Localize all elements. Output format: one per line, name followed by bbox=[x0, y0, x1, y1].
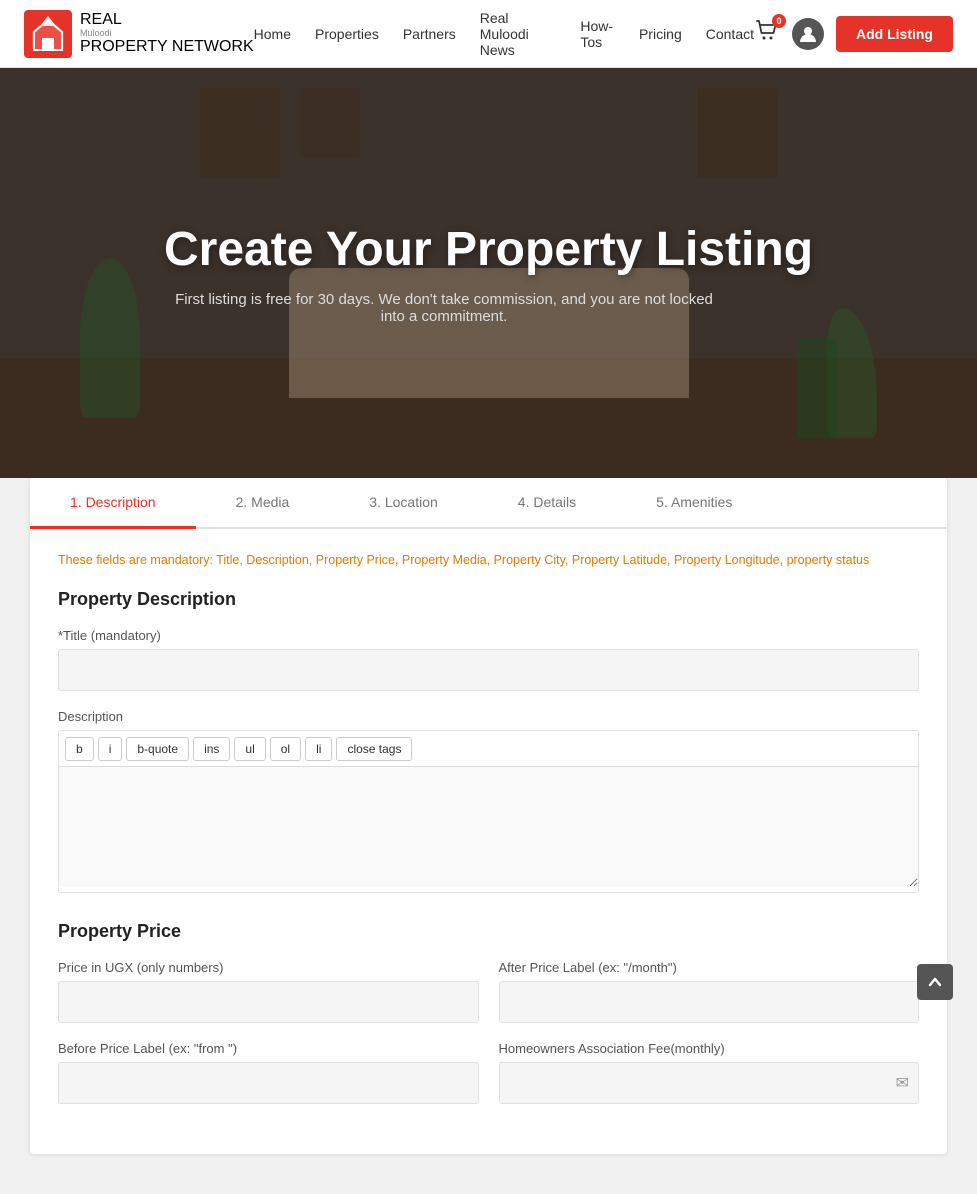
logo-text: REAL Muloodi PROPERTY NETWORK bbox=[80, 11, 254, 56]
cart-badge: 0 bbox=[772, 14, 786, 28]
price-row-1: Price in UGX (only numbers) After Price … bbox=[58, 960, 919, 1041]
hero-frame-left bbox=[200, 88, 280, 178]
editor-btn-ins[interactable]: ins bbox=[193, 737, 230, 761]
title-label: *Title (mandatory) bbox=[58, 628, 919, 643]
price-ugx-label: Price in UGX (only numbers) bbox=[58, 960, 479, 975]
nav-home[interactable]: Home bbox=[254, 26, 291, 42]
description-field-group: Description b i b-quote ins ul ol li clo… bbox=[58, 709, 919, 893]
form-tabs: 1. Description 2. Media 3. Location 4. D… bbox=[30, 478, 947, 529]
hero-subtitle: First listing is free for 30 days. We do… bbox=[164, 291, 724, 325]
nav-news[interactable]: Real Muloodi News bbox=[480, 10, 557, 58]
nav-howtos[interactable]: How-Tos bbox=[580, 18, 615, 50]
hoa-field: Homeowners Association Fee(monthly) ✉ bbox=[499, 1041, 920, 1104]
form-container: 1. Description 2. Media 3. Location 4. D… bbox=[30, 478, 947, 1154]
hero-cactus bbox=[797, 338, 837, 438]
property-description-title: Property Description bbox=[58, 589, 919, 610]
editor-btn-li[interactable]: li bbox=[305, 737, 332, 761]
title-field-group: *Title (mandatory) bbox=[58, 628, 919, 691]
cart-button[interactable]: 0 bbox=[754, 18, 780, 49]
chevron-up-icon bbox=[927, 974, 943, 990]
hero-section: Create Your Property Listing First listi… bbox=[0, 68, 977, 478]
editor-btn-bquote[interactable]: b-quote bbox=[126, 737, 189, 761]
email-icon: ✉ bbox=[896, 1073, 909, 1093]
property-price-title: Property Price bbox=[58, 921, 919, 942]
logo-real: REAL bbox=[80, 11, 254, 29]
price-ugx-input[interactable] bbox=[58, 981, 479, 1023]
nav-pricing[interactable]: Pricing bbox=[639, 26, 682, 42]
nav-partners[interactable]: Partners bbox=[403, 26, 456, 42]
header: REAL Muloodi PROPERTY NETWORK Home Prope… bbox=[0, 0, 977, 68]
editor-toolbar: b i b-quote ins ul ol li close tags bbox=[59, 731, 918, 767]
logo[interactable]: REAL Muloodi PROPERTY NETWORK bbox=[24, 10, 254, 58]
logo-network: PROPERTY NETWORK bbox=[80, 38, 254, 56]
nav-properties[interactable]: Properties bbox=[315, 26, 379, 42]
before-price-field: Before Price Label (ex: "from ") bbox=[58, 1041, 479, 1104]
editor-btn-ul[interactable]: ul bbox=[234, 737, 265, 761]
user-account-button[interactable] bbox=[792, 18, 824, 50]
hero-frame-mid bbox=[300, 88, 360, 158]
before-price-label: Before Price Label (ex: "from ") bbox=[58, 1041, 479, 1056]
logo-muloodi: Muloodi bbox=[80, 29, 254, 39]
logo-icon bbox=[24, 10, 72, 58]
tab-amenities[interactable]: 5. Amenities bbox=[616, 478, 772, 529]
after-price-label: After Price Label (ex: "/month") bbox=[499, 960, 920, 975]
price-ugx-field: Price in UGX (only numbers) bbox=[58, 960, 479, 1023]
hero-plant-left bbox=[80, 258, 140, 418]
price-row-2: Before Price Label (ex: "from ") Homeown… bbox=[58, 1041, 919, 1122]
editor-btn-ol[interactable]: ol bbox=[270, 737, 301, 761]
hoa-input[interactable] bbox=[499, 1062, 920, 1104]
after-price-field: After Price Label (ex: "/month") bbox=[499, 960, 920, 1023]
add-listing-button[interactable]: Add Listing bbox=[836, 16, 953, 52]
tab-media[interactable]: 2. Media bbox=[196, 478, 330, 529]
user-icon bbox=[799, 25, 817, 43]
description-textarea[interactable] bbox=[59, 767, 918, 887]
before-price-input[interactable] bbox=[58, 1062, 479, 1104]
description-label: Description bbox=[58, 709, 919, 724]
main-content: 1. Description 2. Media 3. Location 4. D… bbox=[0, 478, 977, 1194]
mandatory-note: These fields are mandatory: Title, Descr… bbox=[58, 553, 919, 567]
hoa-input-wrapper: ✉ bbox=[499, 1062, 920, 1104]
scroll-to-top-button[interactable] bbox=[917, 964, 953, 1000]
main-nav: Home Properties Partners Real Muloodi Ne… bbox=[254, 10, 754, 58]
hero-frame-right bbox=[697, 88, 777, 178]
after-price-input[interactable] bbox=[499, 981, 920, 1023]
form-body: These fields are mandatory: Title, Descr… bbox=[30, 529, 947, 1154]
editor-btn-b[interactable]: b bbox=[65, 737, 94, 761]
hero-content: Create Your Property Listing First listi… bbox=[164, 222, 813, 325]
tab-description[interactable]: 1. Description bbox=[30, 478, 196, 529]
title-input[interactable] bbox=[58, 649, 919, 691]
header-actions: 0 Add Listing bbox=[754, 16, 953, 52]
editor-btn-close-tags[interactable]: close tags bbox=[336, 737, 412, 761]
nav-contact[interactable]: Contact bbox=[706, 26, 754, 42]
property-price-section: Property Price Price in UGX (only number… bbox=[58, 921, 919, 1122]
hoa-label: Homeowners Association Fee(monthly) bbox=[499, 1041, 920, 1056]
tab-location[interactable]: 3. Location bbox=[329, 478, 478, 529]
description-editor-wrapper: b i b-quote ins ul ol li close tags bbox=[58, 730, 919, 893]
tab-details[interactable]: 4. Details bbox=[478, 478, 616, 529]
editor-btn-i[interactable]: i bbox=[98, 737, 123, 761]
hero-title: Create Your Property Listing bbox=[164, 222, 813, 277]
property-description-section: Property Description *Title (mandatory) … bbox=[58, 589, 919, 893]
